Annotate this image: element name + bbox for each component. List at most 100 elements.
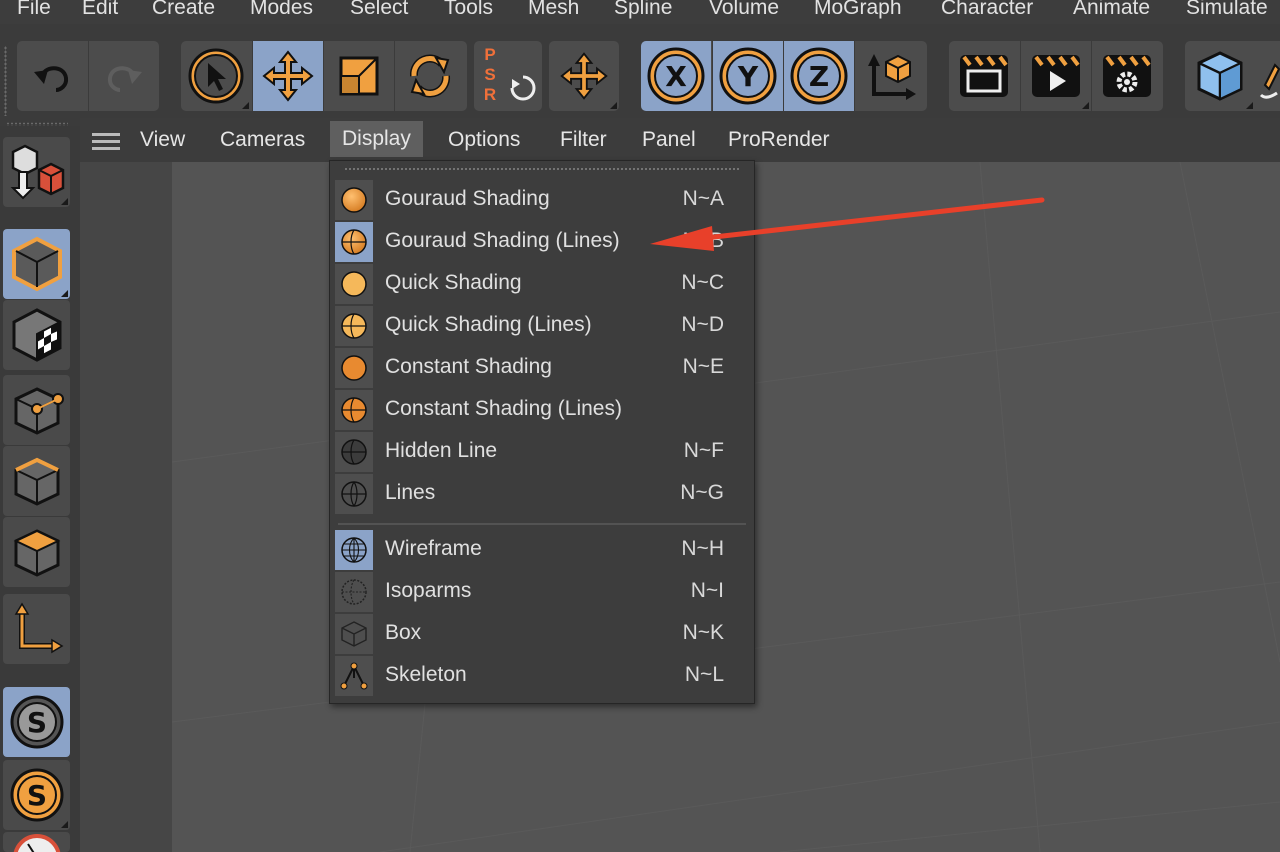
edges-mode-button[interactable]: [3, 446, 70, 516]
select-icon: [188, 48, 244, 104]
viewport-menu-bar: View Cameras Display Options Filter Pane…: [80, 118, 1280, 162]
make-editable-button[interactable]: [3, 137, 70, 207]
menu-item-label: Skeleton: [385, 663, 467, 686]
viewport-menu-cameras[interactable]: Cameras: [220, 128, 305, 152]
menu-item-box[interactable]: Box N~K: [330, 613, 754, 655]
menu-create[interactable]: Create: [152, 0, 215, 20]
menu-modes[interactable]: Modes: [250, 0, 313, 20]
viewport-menu-filter[interactable]: Filter: [560, 128, 607, 152]
select-tool-button[interactable]: [181, 41, 251, 111]
menu-item-label: Quick Shading (Lines): [385, 313, 592, 336]
scale-icon: [339, 56, 379, 96]
menu-divider: [338, 523, 746, 525]
menu-item-skeleton[interactable]: Skeleton N~L: [330, 655, 754, 697]
snap-settings-button[interactable]: S: [3, 760, 70, 830]
menu-item-shortcut: N~B: [682, 229, 724, 252]
menu-item-label: Quick Shading: [385, 271, 522, 294]
axis-mode-button[interactable]: [3, 594, 70, 664]
menu-item-quick-shading[interactable]: Quick Shading N~C: [330, 263, 754, 305]
render-view-button[interactable]: [949, 41, 1019, 111]
menu-spline[interactable]: Spline: [614, 0, 672, 20]
gouraud-shading-lines-icon: [335, 222, 373, 262]
workplane-button[interactable]: [3, 832, 70, 852]
psr-reset-button[interactable]: PSR: [474, 41, 542, 111]
menu-item-gouraud-shading[interactable]: Gouraud Shading N~A: [330, 179, 754, 221]
x-axis-icon: X: [647, 47, 705, 105]
menu-item-shortcut: N~H: [681, 537, 724, 560]
undo-button[interactable]: [17, 41, 87, 111]
snap-settings-submenu-indicator: [61, 821, 68, 828]
left-toolbar-grip[interactable]: [6, 122, 68, 126]
menu-item-label: Constant Shading: [385, 355, 552, 378]
isoparms-icon: [335, 572, 373, 612]
menu-item-shortcut: N~C: [681, 271, 724, 294]
menu-item-label: Constant Shading (Lines): [385, 397, 622, 420]
viewport-menu-view[interactable]: View: [140, 128, 185, 152]
constant-shading-icon: [335, 348, 373, 388]
display-dropdown-menu: Gouraud Shading N~A Gouraud Shading (Lin…: [329, 160, 755, 704]
redo-button[interactable]: [88, 41, 159, 111]
rotate-tool-button[interactable]: [394, 41, 465, 111]
render-to-picture-viewer-button[interactable]: [1020, 41, 1091, 111]
menu-animate[interactable]: Animate: [1073, 0, 1150, 20]
transform-tools-group: [181, 41, 467, 111]
menu-file[interactable]: File: [17, 0, 51, 20]
render-to-picture-viewer-icon: [1032, 55, 1080, 97]
snap-button[interactable]: S: [3, 687, 70, 757]
model-mode-button[interactable]: [3, 229, 70, 299]
move-icon: [262, 50, 314, 102]
pen-tool-button[interactable]: [1257, 41, 1280, 111]
move-variants-button[interactable]: [549, 41, 619, 111]
z-axis-letter: Z: [809, 60, 829, 93]
menu-item-label: Isoparms: [385, 579, 472, 602]
polygons-mode-button[interactable]: [3, 517, 70, 587]
menu-item-isoparms[interactable]: Isoparms N~I: [330, 571, 754, 613]
viewport-menu-display[interactable]: Display: [330, 121, 423, 157]
menu-item-quick-shading-lines[interactable]: Quick Shading (Lines) N~D: [330, 305, 754, 347]
object-tools-group: [1185, 41, 1280, 111]
x-axis-letter: X: [665, 60, 687, 93]
y-axis-toggle[interactable]: Y: [712, 41, 783, 111]
viewport-menu-panel[interactable]: Panel: [642, 128, 696, 152]
quick-shading-lines-icon: [335, 306, 373, 346]
move-tool-button[interactable]: [252, 41, 323, 111]
viewport-menu-prorender[interactable]: ProRender: [728, 128, 830, 152]
coordinate-system-button[interactable]: [854, 41, 925, 111]
hamburger-icon[interactable]: [92, 132, 120, 152]
menu-character[interactable]: Character: [941, 0, 1033, 20]
menu-item-hidden-line[interactable]: Hidden Line N~F: [330, 431, 754, 473]
lines-icon: [335, 474, 373, 514]
dropdown-tear-off-handle[interactable]: [344, 167, 739, 172]
psr-label: PSR: [483, 45, 497, 104]
y-axis-icon: Y: [719, 47, 777, 105]
menu-item-gouraud-shading-lines[interactable]: Gouraud Shading (Lines) N~B: [330, 221, 754, 263]
menu-item-shortcut: N~F: [683, 439, 724, 462]
scale-tool-button[interactable]: [323, 41, 394, 111]
texture-mode-button[interactable]: [3, 300, 70, 370]
points-mode-button[interactable]: [3, 375, 70, 445]
box-icon: [335, 614, 373, 654]
pen-icon: [1259, 63, 1280, 99]
viewport-menu-options[interactable]: Options: [448, 128, 520, 152]
menu-item-lines[interactable]: Lines N~G: [330, 473, 754, 515]
move-arrows-icon: [560, 52, 608, 100]
menu-volume[interactable]: Volume: [709, 0, 779, 20]
menu-select[interactable]: Select: [350, 0, 408, 20]
toolbar-grip[interactable]: [4, 46, 7, 116]
render-settings-button[interactable]: [1091, 41, 1162, 111]
menu-tools[interactable]: Tools: [444, 0, 493, 20]
workplane-icon: [13, 834, 60, 852]
render-view-icon: [960, 55, 1008, 97]
menu-mesh[interactable]: Mesh: [528, 0, 579, 20]
z-axis-toggle[interactable]: Z: [783, 41, 854, 111]
menu-item-constant-shading-lines[interactable]: Constant Shading (Lines): [330, 389, 754, 431]
cube-object-button[interactable]: [1185, 41, 1255, 111]
menu-item-wireframe[interactable]: Wireframe N~H: [330, 529, 754, 571]
snap-label: S: [26, 706, 46, 739]
menu-mograph[interactable]: MoGraph: [814, 0, 902, 20]
x-axis-toggle[interactable]: X: [641, 41, 711, 111]
y-axis-letter: Y: [737, 60, 759, 93]
menu-edit[interactable]: Edit: [82, 0, 118, 20]
menu-item-constant-shading[interactable]: Constant Shading N~E: [330, 347, 754, 389]
menu-simulate[interactable]: Simulate: [1186, 0, 1268, 20]
